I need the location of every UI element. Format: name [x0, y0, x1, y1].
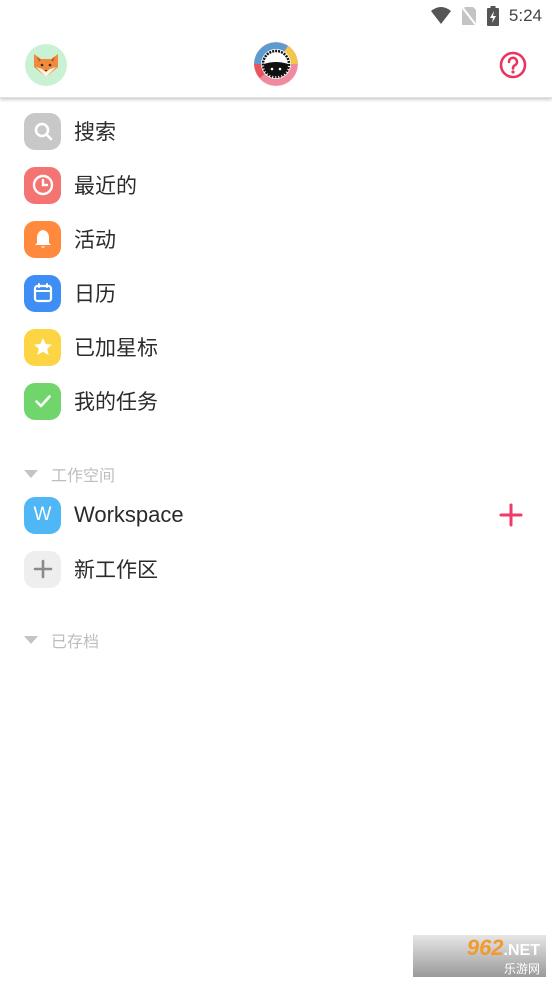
caret-down-icon — [24, 636, 38, 644]
menu-item-search[interactable]: 搜索 — [0, 104, 552, 158]
menu-item-label: 日历 — [74, 282, 116, 306]
user-avatar[interactable] — [25, 44, 67, 86]
menu-item-my-tasks[interactable]: 我的任务 — [0, 374, 552, 428]
fox-avatar-icon — [34, 54, 58, 77]
plus-icon — [24, 550, 61, 588]
watermark-logo: 962.NET 乐游网 — [413, 935, 546, 977]
main-menu: 搜索 最近的 活动 日历 已加星标 我的任务 — [0, 104, 552, 428]
workspace-item[interactable]: W Workspace — [0, 488, 552, 542]
workspaces-section-header[interactable]: 工作空间 — [24, 462, 115, 486]
menu-item-label: 我的任务 — [74, 390, 158, 414]
bell-icon — [24, 220, 61, 258]
menu-item-label: 活动 — [74, 228, 116, 252]
menu-item-calendar[interactable]: 日历 — [0, 266, 552, 320]
clock-icon — [24, 166, 61, 204]
menu-item-label: 搜索 — [74, 120, 116, 144]
new-workspace-button[interactable]: 新工作区 — [0, 542, 552, 596]
plus-icon — [499, 503, 523, 527]
no-sim-icon — [461, 6, 477, 26]
top-app-bar — [0, 32, 552, 98]
menu-item-starred[interactable]: 已加星标 — [0, 320, 552, 374]
watermark-number: 962 — [466, 934, 504, 960]
watermark-domain: .NET — [503, 941, 540, 959]
taskade-logo-icon — [254, 42, 298, 86]
section-label: 已存档 — [51, 632, 100, 651]
workspace-label: Workspace — [74, 502, 184, 527]
menu-item-label: 最近的 — [74, 174, 137, 198]
add-project-button[interactable] — [498, 502, 524, 528]
wifi-icon — [430, 7, 451, 24]
section-label: 工作空间 — [51, 466, 116, 485]
status-icons: 5:24 — [430, 4, 542, 28]
star-icon — [24, 328, 61, 366]
status-bar: 5:24 — [0, 0, 552, 32]
workspace-initial-icon: W — [24, 496, 61, 534]
archived-section-header[interactable]: 已存档 — [24, 628, 99, 652]
menu-item-label: 已加星标 — [74, 336, 158, 360]
check-icon — [24, 382, 61, 420]
menu-item-activity[interactable]: 活动 — [0, 212, 552, 266]
app-logo[interactable] — [254, 42, 298, 86]
caret-down-icon — [24, 470, 38, 478]
status-time: 5:24 — [508, 6, 542, 25]
battery-charging-icon — [486, 6, 499, 26]
menu-item-recent[interactable]: 最近的 — [0, 158, 552, 212]
calendar-icon — [24, 274, 61, 312]
help-circle-icon — [499, 51, 527, 79]
help-button[interactable] — [499, 51, 527, 79]
search-icon — [24, 112, 61, 150]
watermark-site-name: 乐游网 — [503, 961, 540, 976]
new-workspace-label: 新工作区 — [74, 558, 158, 582]
